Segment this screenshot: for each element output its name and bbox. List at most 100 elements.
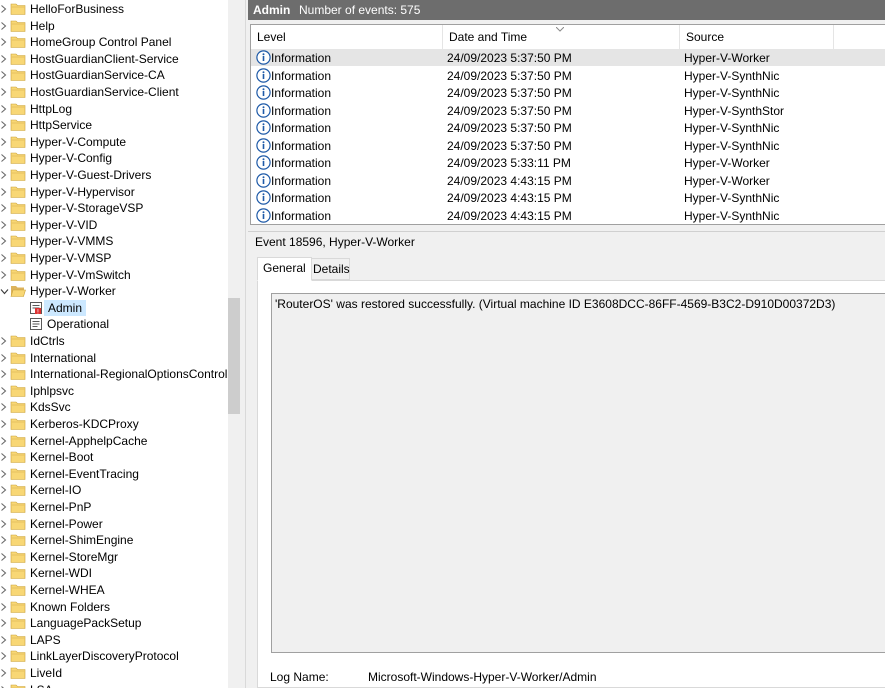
tree-item-admin[interactable]: ! Admin <box>0 300 228 316</box>
tree-item-kernel-wdi[interactable]: Kernel-WDI <box>0 565 228 581</box>
expand-chevron-icon[interactable] <box>0 618 7 628</box>
expand-chevron-icon[interactable] <box>0 585 7 595</box>
tree-item-kernel-storemgr[interactable]: Kernel-StoreMgr <box>0 549 228 565</box>
event-list[interactable]: Level Date and Time Source Information 24… <box>250 24 885 225</box>
expand-chevron-icon[interactable] <box>0 651 7 661</box>
event-row[interactable]: Information 24/09/2023 5:37:50 PM Hyper-V-… <box>251 84 885 101</box>
tree-item-homegroup-control-panel[interactable]: HomeGroup Control Panel <box>0 34 228 50</box>
expand-chevron-icon[interactable] <box>0 668 7 678</box>
expand-chevron-icon[interactable] <box>0 253 7 263</box>
log-tree[interactable]: HelloForBusiness Help HomeGroup Control Pa… <box>0 0 228 688</box>
event-row[interactable]: Information 24/09/2023 5:37:50 PM Hyper-V-… <box>251 137 885 154</box>
tree-item-helloforbusiness[interactable]: HelloForBusiness <box>0 1 228 17</box>
expand-chevron-icon[interactable] <box>0 87 7 97</box>
tree-item-kdssvc[interactable]: KdsSvc <box>0 399 228 415</box>
event-row[interactable]: Information 24/09/2023 5:37:50 PM Hyper-V-… <box>251 102 885 119</box>
event-row[interactable]: Information 24/09/2023 5:37:50 PM Hyper-V-… <box>251 67 885 84</box>
event-row[interactable]: Information 24/09/2023 4:43:15 PM Hyper-V-… <box>251 189 885 206</box>
tree-scrollbar-thumb[interactable] <box>228 298 240 414</box>
collapse-chevron-icon[interactable] <box>0 288 9 298</box>
expand-chevron-icon[interactable] <box>0 602 7 612</box>
tree-scrollbar[interactable] <box>228 0 245 688</box>
tree-item-international[interactable]: International <box>0 350 228 366</box>
tree-item-hyper-v-config[interactable]: Hyper-V-Config <box>0 150 228 166</box>
expand-chevron-icon[interactable] <box>0 552 7 562</box>
expand-chevron-icon[interactable] <box>0 4 7 14</box>
event-row[interactable]: Information 24/09/2023 5:37:50 PM Hyper-V-… <box>251 49 885 66</box>
expand-chevron-icon[interactable] <box>0 187 7 197</box>
tree-item-kernel-eventtracing[interactable]: Kernel-EventTracing <box>0 466 228 482</box>
tree-item-kernel-shimengine[interactable]: Kernel-ShimEngine <box>0 532 228 548</box>
expand-chevron-icon[interactable] <box>0 485 7 495</box>
expand-chevron-icon[interactable] <box>0 535 7 545</box>
tab-details[interactable]: Details <box>307 258 350 280</box>
tree-item-hyper-v-guest-drivers[interactable]: Hyper-V-Guest-Drivers <box>0 167 228 183</box>
tree-item-lsa[interactable]: LSA <box>0 682 228 688</box>
event-row[interactable]: Information 24/09/2023 4:43:15 PM Hyper-V-… <box>251 172 885 189</box>
expand-chevron-icon[interactable] <box>0 70 7 80</box>
expand-chevron-icon[interactable] <box>0 519 7 529</box>
expand-chevron-icon[interactable] <box>0 568 7 578</box>
tree-item-languagepacksetup[interactable]: LanguagePackSetup <box>0 615 228 631</box>
expand-chevron-icon[interactable] <box>0 436 7 446</box>
expand-chevron-icon[interactable] <box>0 153 7 163</box>
tree-item-hyper-v-vid[interactable]: Hyper-V-VID <box>0 217 228 233</box>
expand-chevron-icon[interactable] <box>0 170 7 180</box>
tree-item-operational[interactable]: Operational <box>0 316 228 332</box>
tree-item-laps[interactable]: LAPS <box>0 632 228 648</box>
tree-item-help[interactable]: Help <box>0 18 228 34</box>
expand-chevron-icon[interactable] <box>0 419 7 429</box>
expand-chevron-icon[interactable] <box>0 336 7 346</box>
tree-item-liveid[interactable]: LiveId <box>0 665 228 681</box>
expand-chevron-icon[interactable] <box>0 369 7 379</box>
tree-item-known-folders[interactable]: Known Folders <box>0 599 228 615</box>
tree-item-kerberos-kdcproxy[interactable]: Kerberos-KDCProxy <box>0 416 228 432</box>
expand-chevron-icon[interactable] <box>0 137 7 147</box>
expand-chevron-icon[interactable] <box>0 104 7 114</box>
tree-item-hyper-v-vmsp[interactable]: Hyper-V-VMSP <box>0 250 228 266</box>
tree-item-linklayerdiscoveryprotocol[interactable]: LinkLayerDiscoveryProtocol <box>0 648 228 664</box>
expand-chevron-icon[interactable] <box>0 452 7 462</box>
tree-item-hyper-v-compute[interactable]: Hyper-V-Compute <box>0 134 228 150</box>
tree-item-kernel-whea[interactable]: Kernel-WHEA <box>0 582 228 598</box>
event-row[interactable]: Information 24/09/2023 5:33:11 PM Hyper-V-… <box>251 154 885 171</box>
expand-chevron-icon[interactable] <box>0 54 7 64</box>
expand-chevron-icon[interactable] <box>0 120 7 130</box>
tree-item-hyper-v-vmswitch[interactable]: Hyper-V-VmSwitch <box>0 267 228 283</box>
expand-chevron-icon[interactable] <box>0 37 7 47</box>
expand-chevron-icon[interactable] <box>0 469 7 479</box>
tree-item-kernel-io[interactable]: Kernel-IO <box>0 482 228 498</box>
expand-chevron-icon[interactable] <box>0 203 7 213</box>
tree-item-kernel-power[interactable]: Kernel-Power <box>0 516 228 532</box>
expand-chevron-icon[interactable] <box>0 220 7 230</box>
event-row[interactable]: Information 24/09/2023 4:43:15 PM Hyper-V-… <box>251 207 885 224</box>
expand-chevron-icon[interactable] <box>0 502 7 512</box>
tree-item-kernel-pnp[interactable]: Kernel-PnP <box>0 499 228 515</box>
expand-chevron-icon[interactable] <box>0 21 7 31</box>
column-header-source[interactable]: Source <box>680 25 834 49</box>
tree-item-httplog[interactable]: HttpLog <box>0 101 228 117</box>
tree-item-hostguardianservice-client[interactable]: HostGuardianService-Client <box>0 84 228 100</box>
event-row[interactable]: Information 24/09/2023 5:37:50 PM Hyper-V-… <box>251 119 885 136</box>
expand-chevron-icon[interactable] <box>0 353 7 363</box>
tab-general[interactable]: General <box>257 257 312 281</box>
column-header-level[interactable]: Level <box>251 25 443 49</box>
tree-item-hyper-v-storagevsp[interactable]: Hyper-V-StorageVSP <box>0 200 228 216</box>
tree-item-international-regionaloptionscontrolpa[interactable]: International-RegionalOptionsControlPa <box>0 366 228 382</box>
tree-item-kernel-apphelpcache[interactable]: Kernel-ApphelpCache <box>0 433 228 449</box>
tree-item-iphlpsvc[interactable]: Iphlpsvc <box>0 383 228 399</box>
tree-item-hostguardianservice-ca[interactable]: HostGuardianService-CA <box>0 67 228 83</box>
tree-item-hyper-v-worker[interactable]: Hyper-V-Worker <box>0 283 228 299</box>
expand-chevron-icon[interactable] <box>0 270 7 280</box>
tree-item-hyper-v-hypervisor[interactable]: Hyper-V-Hypervisor <box>0 184 228 200</box>
event-description-box[interactable]: 'RouterOS' was restored successfully. (V… <box>271 293 885 653</box>
expand-chevron-icon[interactable] <box>0 635 7 645</box>
tree-item-kernel-boot[interactable]: Kernel-Boot <box>0 449 228 465</box>
expand-chevron-icon[interactable] <box>0 386 7 396</box>
expand-chevron-icon[interactable] <box>0 236 7 246</box>
tree-item-idctrls[interactable]: IdCtrls <box>0 333 228 349</box>
tree-item-httpservice[interactable]: HttpService <box>0 117 228 133</box>
expand-chevron-icon[interactable] <box>0 402 7 412</box>
tree-item-hostguardianclient-service[interactable]: HostGuardianClient-Service <box>0 51 228 67</box>
tree-item-hyper-v-vmms[interactable]: Hyper-V-VMMS <box>0 233 228 249</box>
